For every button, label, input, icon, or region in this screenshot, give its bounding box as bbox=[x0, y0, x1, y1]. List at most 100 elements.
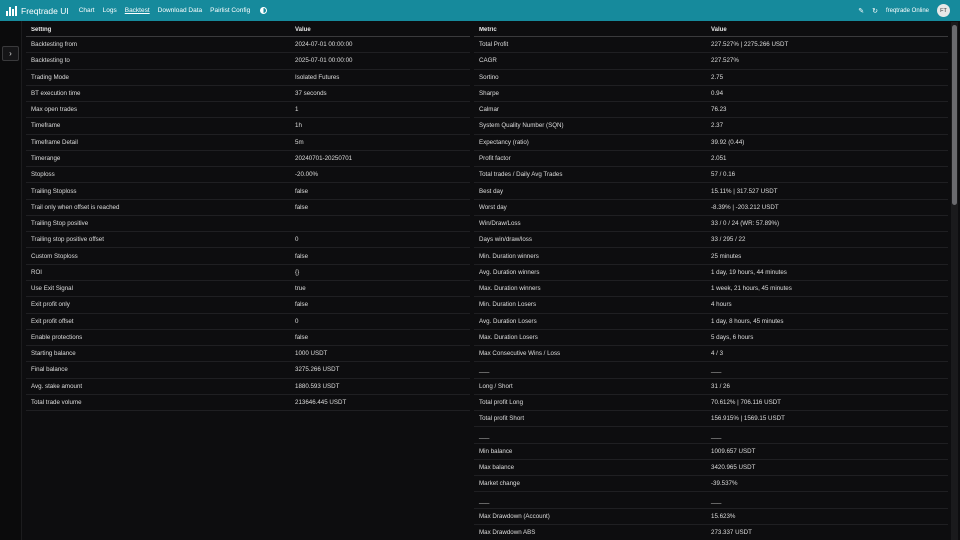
row-value: 4 / 3 bbox=[711, 350, 724, 358]
chevron-right-icon: › bbox=[9, 49, 12, 58]
column-header-metric: Metric bbox=[479, 27, 497, 33]
row-value: 70.612% | 706.116 USDT bbox=[711, 398, 781, 406]
row-label: Market change bbox=[479, 480, 520, 488]
row-label: Custom Stoploss bbox=[31, 252, 78, 260]
row-value: 3420.965 USDT bbox=[711, 464, 756, 472]
table-row: Max. Duration winners 1 week, 21 hours, 4… bbox=[474, 281, 948, 298]
row-label: BT execution time bbox=[31, 89, 81, 97]
row-value: 76.23 bbox=[711, 106, 727, 114]
row-label: Avg. Duration winners bbox=[479, 268, 540, 276]
row-value: {} bbox=[295, 268, 300, 276]
table-header: Setting Value bbox=[26, 24, 470, 37]
row-value: 0 bbox=[295, 317, 299, 325]
table-row: BT execution time 37 seconds bbox=[26, 86, 470, 103]
row-value: 37 seconds bbox=[295, 89, 327, 97]
nav-link-chart[interactable]: Chart bbox=[79, 7, 95, 14]
nav-link-download-data[interactable]: Download Data bbox=[158, 7, 202, 14]
table-row: Sharpe 0.94 bbox=[474, 86, 948, 103]
row-value: 2024-07-01 00:00:00 bbox=[295, 41, 353, 49]
row-label: Worst day bbox=[479, 203, 507, 211]
table-row: ___ ___ bbox=[474, 427, 948, 444]
side-panel: › bbox=[0, 21, 22, 540]
row-label: Max open trades bbox=[31, 106, 78, 114]
table-row: Avg. stake amount 1880.593 USDT bbox=[26, 379, 470, 395]
table-row: Timeframe Detail 5m bbox=[26, 135, 470, 151]
bot-name: freqtrade bbox=[885, 7, 910, 14]
avatar[interactable]: FT bbox=[937, 4, 950, 17]
table-row: Exit profit offset 0 bbox=[26, 314, 470, 330]
theme-toggle-icon[interactable] bbox=[260, 7, 268, 14]
table-row: Profit factor 2.051 bbox=[474, 151, 948, 168]
pin-icon[interactable]: ✎ bbox=[858, 7, 864, 15]
table-row: Avg. Duration Losers 1 day, 8 hours, 45 m… bbox=[474, 314, 948, 330]
row-label: Backtesting from bbox=[31, 41, 78, 49]
page-scrollbar[interactable] bbox=[951, 22, 958, 540]
table-row: Best day 15.11% | 317.527 USDT bbox=[474, 183, 948, 200]
table-row: Trading Mode Isolated Futures bbox=[26, 70, 470, 86]
row-value: 0 bbox=[295, 236, 299, 244]
row-value: 1000 USDT bbox=[295, 350, 328, 358]
row-label: Days win/draw/loss bbox=[479, 236, 532, 244]
table-row: Expectancy (ratio) 39.92 (0.44) bbox=[474, 135, 948, 151]
table-row: Custom Stoploss false bbox=[26, 248, 470, 265]
row-label: Starting balance bbox=[31, 350, 76, 358]
row-label: Exit profit only bbox=[31, 301, 70, 309]
row-value: 273.337 USDT bbox=[711, 529, 752, 537]
table-row: Total profit Long 70.612% | 706.116 USDT bbox=[474, 395, 948, 412]
table-row: ___ ___ bbox=[474, 362, 948, 379]
table-row: Exit profit only false bbox=[26, 297, 470, 314]
row-value: 5 days, 6 hours bbox=[711, 333, 754, 341]
table-row: Timeframe 1h bbox=[26, 118, 470, 135]
row-label: Timeframe bbox=[31, 122, 61, 130]
row-value: false bbox=[295, 333, 309, 341]
row-label: Backtesting to bbox=[31, 57, 70, 65]
refresh-icon[interactable]: ↻ bbox=[872, 7, 878, 15]
row-value: -39.537% bbox=[711, 480, 738, 488]
row-label: Sharpe bbox=[479, 89, 499, 97]
row-label: Min balance bbox=[479, 447, 513, 455]
table-row: Total trades / Daily Avg Trades 57 / 0.16 bbox=[474, 167, 948, 184]
freqtrade-logo-icon[interactable] bbox=[5, 5, 17, 17]
table-row: ROI {} bbox=[26, 265, 470, 281]
table-row: Trailing Stop positive bbox=[26, 216, 470, 233]
row-label: ROI bbox=[31, 268, 43, 276]
row-label: Trading Mode bbox=[31, 73, 69, 81]
row-value: 227.527% | 2275.266 USDT bbox=[711, 41, 789, 49]
scrollbar-thumb[interactable] bbox=[952, 25, 957, 205]
row-label: Sortino bbox=[479, 73, 499, 81]
nav-link-pairlist-config[interactable]: Pairlist Config bbox=[210, 7, 250, 14]
app-title[interactable]: Freqtrade UI bbox=[21, 6, 69, 16]
row-label: Exit profit offset bbox=[31, 317, 74, 325]
top-navbar: Freqtrade UI Chart Logs Backtest Downloa… bbox=[0, 0, 960, 21]
table-row: Worst day -8.39% | -203.212 USDT bbox=[474, 200, 948, 216]
table-row: Max. Duration Losers 5 days, 6 hours bbox=[474, 330, 948, 347]
row-label: Total trades / Daily Avg Trades bbox=[479, 171, 563, 179]
row-label: Best day bbox=[479, 187, 504, 195]
online-status: Online bbox=[911, 7, 929, 14]
nav-link-logs[interactable]: Logs bbox=[103, 7, 117, 14]
row-label: Trailing stop positive offset bbox=[31, 236, 104, 244]
row-value: 25 minutes bbox=[711, 252, 742, 260]
row-label: Max Drawdown (Account) bbox=[479, 512, 550, 520]
table-row: Max Drawdown (Account) 15.623% bbox=[474, 509, 948, 525]
row-value: 20240701-20250701 bbox=[295, 154, 353, 162]
sidebar-expand-button[interactable]: › bbox=[2, 46, 19, 61]
row-label: Min. Duration winners bbox=[479, 252, 539, 260]
column-header-value: Value bbox=[711, 27, 727, 33]
nav-link-backtest[interactable]: Backtest bbox=[125, 7, 150, 14]
row-label: Max. Duration Losers bbox=[479, 333, 538, 341]
row-value: 33 / 295 / 22 bbox=[711, 236, 746, 244]
row-value: 31 / 26 bbox=[711, 382, 730, 390]
row-label: Use Exit Signal bbox=[31, 285, 73, 293]
table-row: Trail only when offset is reached false bbox=[26, 200, 470, 216]
row-value: 1h bbox=[295, 122, 302, 130]
table-row: Calmar 76.23 bbox=[474, 102, 948, 119]
row-label: Total Profit bbox=[479, 41, 509, 49]
row-value: 0.94 bbox=[711, 89, 724, 97]
table-row: Long / Short 31 / 26 bbox=[474, 379, 948, 395]
table-row: Win/Draw/Loss 33 / 0 / 24 (WR: 57.89%) bbox=[474, 216, 948, 233]
row-label: Trail only when offset is reached bbox=[31, 203, 120, 211]
row-label: CAGR bbox=[479, 57, 497, 65]
row-value: 3275.266 USDT bbox=[295, 366, 340, 374]
row-label: Avg. Duration Losers bbox=[479, 317, 537, 325]
